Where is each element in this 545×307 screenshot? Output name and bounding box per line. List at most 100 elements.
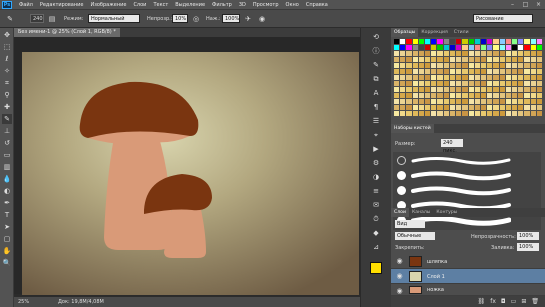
color-swatch[interactable] xyxy=(425,81,431,86)
color-swatch[interactable] xyxy=(456,39,462,44)
color-swatch[interactable] xyxy=(443,63,449,68)
color-swatch[interactable] xyxy=(412,69,418,74)
color-swatch[interactable] xyxy=(400,63,406,68)
color-swatch[interactable] xyxy=(474,81,480,86)
color-swatch[interactable] xyxy=(443,81,449,86)
color-swatch[interactable] xyxy=(462,75,468,80)
color-swatch[interactable] xyxy=(536,63,542,68)
quick-select-tool-icon[interactable]: ✧ xyxy=(2,66,12,76)
color-swatch[interactable] xyxy=(505,39,511,44)
color-swatch[interactable] xyxy=(524,51,530,56)
color-swatch[interactable] xyxy=(431,105,437,110)
color-swatch[interactable] xyxy=(437,63,443,68)
color-swatch[interactable] xyxy=(493,75,499,80)
color-swatch[interactable] xyxy=(524,81,530,86)
color-swatch[interactable] xyxy=(518,81,524,86)
color-swatch[interactable] xyxy=(530,87,536,92)
brush-preset-item[interactable] xyxy=(397,169,537,183)
color-swatch[interactable] xyxy=(431,45,437,50)
color-swatch[interactable] xyxy=(456,87,462,92)
menu-type[interactable]: Текст xyxy=(153,2,168,8)
color-swatch[interactable] xyxy=(400,105,406,110)
color-swatch[interactable] xyxy=(511,39,518,44)
color-swatch[interactable] xyxy=(511,105,518,110)
color-swatch[interactable] xyxy=(474,57,480,62)
color-swatch[interactable] xyxy=(431,111,437,116)
color-swatch[interactable] xyxy=(418,87,425,92)
color-swatch[interactable] xyxy=(406,69,412,74)
color-swatch[interactable] xyxy=(449,75,456,80)
color-swatch[interactable] xyxy=(394,93,400,98)
color-swatch[interactable] xyxy=(449,45,456,50)
color-swatch[interactable] xyxy=(524,69,530,74)
color-icon[interactable]: ◑ xyxy=(370,172,382,182)
color-swatch[interactable] xyxy=(511,87,518,92)
color-swatch[interactable] xyxy=(474,63,480,68)
crop-tool-icon[interactable]: ⌗ xyxy=(2,78,12,88)
color-swatch[interactable] xyxy=(406,45,412,50)
brush-settings-icon[interactable]: ✎ xyxy=(370,60,382,70)
color-swatch[interactable] xyxy=(437,111,443,116)
color-swatch[interactable] xyxy=(524,93,530,98)
color-swatch[interactable] xyxy=(505,75,511,80)
color-swatch[interactable] xyxy=(437,45,443,50)
paragraph-icon[interactable]: ¶ xyxy=(370,102,382,112)
color-swatch[interactable] xyxy=(406,111,412,116)
color-swatch[interactable] xyxy=(412,81,418,86)
color-swatch[interactable] xyxy=(443,39,449,44)
color-swatch[interactable] xyxy=(536,57,542,62)
color-swatch[interactable] xyxy=(468,87,474,92)
color-swatch[interactable] xyxy=(524,105,530,110)
color-swatch[interactable] xyxy=(462,93,468,98)
color-swatch[interactable] xyxy=(524,45,530,50)
menu-edit[interactable]: Редактирование xyxy=(40,2,84,8)
history-brush-tool-icon[interactable]: ↺ xyxy=(2,138,12,148)
color-swatch[interactable] xyxy=(474,75,480,80)
color-swatch[interactable] xyxy=(394,75,400,80)
color-swatch[interactable] xyxy=(487,105,493,110)
menu-layers[interactable]: Слои xyxy=(133,2,146,8)
color-swatch[interactable] xyxy=(418,105,425,110)
maximize-button[interactable]: □ xyxy=(521,1,530,8)
color-swatch[interactable] xyxy=(412,57,418,62)
color-swatch[interactable] xyxy=(449,57,456,62)
color-swatch[interactable] xyxy=(511,63,518,68)
color-swatch[interactable] xyxy=(394,45,400,50)
color-swatch[interactable] xyxy=(412,75,418,80)
color-swatch[interactable] xyxy=(425,111,431,116)
document-tab[interactable]: Без имени-1 @ 25% (Слой 1, RGB/8) * xyxy=(14,28,120,37)
color-swatch[interactable] xyxy=(536,99,542,104)
color-swatch[interactable] xyxy=(418,69,425,74)
color-swatch[interactable] xyxy=(524,99,530,104)
color-swatch[interactable] xyxy=(487,81,493,86)
color-swatch[interactable] xyxy=(443,87,449,92)
color-swatch[interactable] xyxy=(394,51,400,56)
color-swatch[interactable] xyxy=(493,81,499,86)
color-swatch[interactable] xyxy=(406,51,412,56)
color-swatch[interactable] xyxy=(437,105,443,110)
clone-source-icon[interactable]: ⧉ xyxy=(370,74,382,84)
eyedropper-tool-icon[interactable]: ⚲ xyxy=(2,90,12,100)
color-swatch[interactable] xyxy=(493,45,499,50)
color-swatch[interactable] xyxy=(468,39,474,44)
color-swatch[interactable] xyxy=(418,99,425,104)
color-swatch[interactable] xyxy=(536,39,542,44)
color-swatch[interactable] xyxy=(487,39,493,44)
color-swatch[interactable] xyxy=(425,57,431,62)
color-swatch[interactable] xyxy=(518,51,524,56)
color-swatch[interactable] xyxy=(456,105,462,110)
color-swatch[interactable] xyxy=(437,93,443,98)
color-swatch[interactable] xyxy=(468,81,474,86)
path-select-tool-icon[interactable]: ➤ xyxy=(2,222,12,232)
brush-preset-list[interactable] xyxy=(393,152,541,230)
color-swatch[interactable] xyxy=(511,93,518,98)
color-swatch[interactable] xyxy=(462,105,468,110)
color-swatch[interactable] xyxy=(425,105,431,110)
color-swatch[interactable] xyxy=(400,99,406,104)
color-swatch[interactable] xyxy=(425,39,431,44)
color-swatch[interactable] xyxy=(400,51,406,56)
color-swatch[interactable] xyxy=(449,105,456,110)
color-swatch[interactable] xyxy=(518,39,524,44)
color-swatch[interactable] xyxy=(499,69,505,74)
color-swatch[interactable] xyxy=(487,93,493,98)
